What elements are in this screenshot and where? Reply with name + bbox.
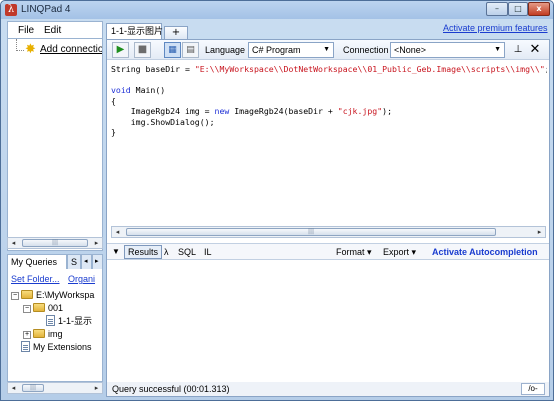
status-mode-button[interactable]: /o- (521, 383, 545, 395)
queries-scrollbar[interactable]: ◂ ||| ▸ (7, 382, 103, 394)
tree-item-query[interactable]: 1-1-显示 (46, 315, 92, 328)
code-line: ImageRgb24 img = new ImageRgb24(baseDir … (111, 106, 392, 116)
folder-icon (33, 329, 45, 338)
tree-item-folder-001[interactable]: − 001 (23, 302, 63, 315)
run-icon[interactable]: ▶ (112, 42, 129, 58)
format-menu[interactable]: Format ▾ (336, 247, 372, 258)
scroll-left-icon[interactable]: ◂ (8, 238, 19, 248)
text-results-icon[interactable]: ▤ (182, 42, 199, 58)
scroll-left-icon[interactable]: ◂ (8, 383, 19, 393)
code-line: String baseDir = "E:\\MyWorkspace\\DotNe… (111, 64, 547, 74)
grid-results-icon[interactable]: ▦ (164, 42, 181, 58)
menu-edit[interactable]: Edit (44, 25, 61, 36)
collapse-icon[interactable]: − (11, 292, 19, 300)
folder-icon (33, 303, 45, 312)
my-queries-pane: Set Folder... Organi − E:\MyWorkspa −001 … (7, 269, 103, 382)
queries-tabstrip: My Queries S ◂ ▸ (7, 254, 103, 270)
activate-premium-link[interactable]: Activate premium features (443, 23, 548, 33)
scroll-thumb[interactable]: ||| (126, 228, 496, 236)
code-line: void Main() (111, 85, 166, 95)
status-bar: Query successful (00:01.313) /o- (106, 382, 550, 397)
document-icon (21, 341, 30, 352)
connection-select[interactable]: <None> ▼ (390, 42, 505, 58)
add-connection-link[interactable]: Add connection (40, 44, 102, 55)
tree-item-my-extensions[interactable]: My Extensions (21, 341, 92, 354)
menu-file[interactable]: File (18, 25, 34, 36)
set-folder-link[interactable]: Set Folder... (11, 274, 60, 284)
tab-il[interactable]: IL (204, 247, 212, 257)
minimize-button[interactable]: – (486, 2, 508, 16)
folder-icon (21, 290, 33, 299)
results-pane (107, 262, 549, 382)
maximize-button[interactable]: □ (508, 2, 528, 16)
document-icon (46, 315, 55, 326)
scroll-right-icon[interactable]: ▸ (91, 383, 102, 393)
collapse-icon[interactable]: − (23, 305, 31, 313)
tree-item-label: 001 (48, 303, 64, 313)
stop-icon[interactable]: ■ (134, 42, 151, 58)
tab-query[interactable]: 1-1-显示图片 (106, 23, 163, 40)
tab-my-queries[interactable]: My Queries (7, 254, 67, 270)
tree-item-label: img (48, 329, 63, 339)
close-button[interactable]: x (528, 2, 550, 16)
results-toolbar: ▼ Results λ SQL IL Format ▾ Export ▾ Act… (107, 243, 549, 260)
query-editor: ▶ ■ ▦ ▤ Language C# Program ▼ Connection… (106, 39, 550, 383)
new-tab-button[interactable]: + (164, 26, 188, 40)
language-value: C# Program (252, 45, 301, 55)
tree-item-root[interactable]: − E:\MyWorkspa (11, 289, 94, 302)
scroll-right-icon[interactable]: ▸ (91, 238, 102, 248)
pin-icon[interactable]: ⊥ (511, 43, 525, 57)
chevron-down-icon: ▼ (323, 46, 330, 53)
tree-item-label: My Extensions (33, 342, 92, 352)
editor-scrollbar[interactable]: ◂ ||| ▸ (111, 226, 546, 238)
organize-link[interactable]: Organi (68, 274, 95, 284)
chevron-down-icon: ▼ (494, 46, 501, 53)
activate-autocompletion-link[interactable]: Activate Autocompletion (432, 247, 538, 257)
app-window: λ LINQPad 4 – □ x File Edit ✸ Add connec… (0, 0, 554, 401)
tree-item-label: 1-1-显示 (58, 316, 93, 326)
expand-icon[interactable]: + (23, 331, 31, 339)
connections-scrollbar[interactable]: ◂ ||| ▸ (7, 237, 103, 249)
tree-connector (16, 50, 24, 51)
tab-scroll-left-icon[interactable]: ◂ (81, 254, 92, 270)
language-select[interactable]: C# Program ▼ (248, 42, 334, 58)
scroll-right-icon[interactable]: ▸ (534, 227, 545, 237)
tab-sql[interactable]: SQL (178, 247, 196, 257)
close-icon[interactable]: ✕ (528, 42, 542, 58)
connections-pane: ✸ Add connection (7, 39, 103, 251)
tab-results[interactable]: Results (124, 245, 163, 259)
connection-label: Connection (343, 45, 389, 55)
scroll-thumb[interactable]: ||| (22, 239, 88, 247)
status-text: Query successful (00:01.313) (112, 384, 230, 394)
code-editor[interactable]: String baseDir = "E:\\MyWorkspace\\DotNe… (111, 64, 547, 224)
title-bar[interactable]: λ LINQPad 4 – □ x (1, 1, 553, 19)
connection-value: <None> (394, 45, 427, 55)
tree-item-label: E:\MyWorkspa (36, 290, 95, 300)
language-label: Language (205, 45, 246, 55)
tab-lambda[interactable]: λ (164, 247, 169, 257)
code-line: { (111, 95, 116, 106)
app-icon: λ (5, 4, 17, 16)
tab-scroll-right-icon[interactable]: ▸ (92, 254, 103, 270)
export-menu[interactable]: Export ▾ (383, 247, 416, 258)
scroll-thumb[interactable]: ||| (22, 384, 44, 392)
code-line: } (111, 127, 116, 137)
add-connection-icon[interactable]: ✸ (25, 43, 38, 56)
query-toolbar: ▶ ■ ▦ ▤ Language C# Program ▼ Connection… (107, 40, 549, 60)
menu-bar: File Edit (7, 21, 103, 39)
collapse-results-icon[interactable]: ▼ (112, 247, 120, 256)
window-title: LINQPad 4 (21, 4, 71, 15)
code-line: img.ShowDialog(); (111, 116, 215, 127)
scroll-left-icon[interactable]: ◂ (112, 227, 123, 237)
tree-item-folder-img[interactable]: + img (23, 328, 63, 341)
tab-samples[interactable]: S (67, 254, 81, 270)
query-tabstrip: 1-1-显示图片 + Activate premium features (106, 21, 550, 40)
